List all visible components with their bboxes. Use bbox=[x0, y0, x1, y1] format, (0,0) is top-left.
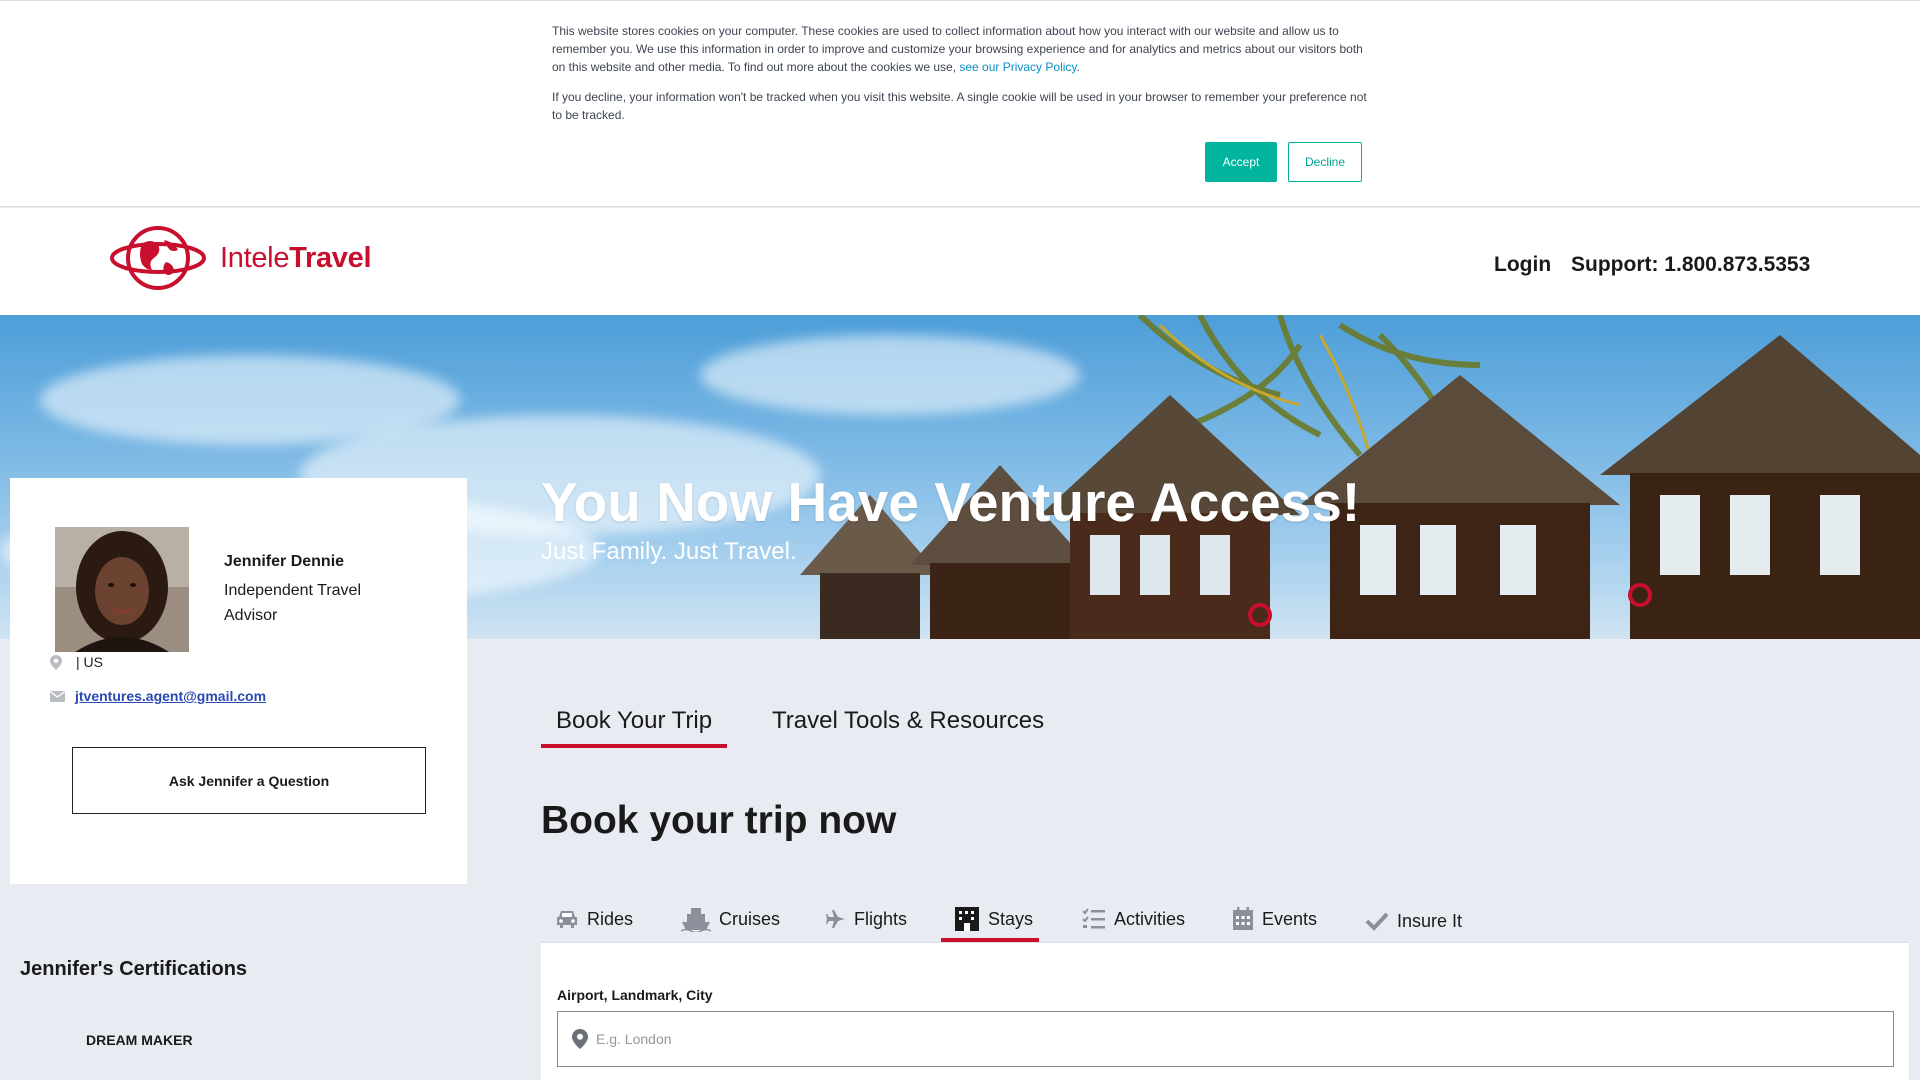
privacy-policy-link[interactable]: see our Privacy Policy bbox=[959, 60, 1076, 74]
map-pin-icon bbox=[572, 1029, 588, 1049]
plane-icon bbox=[826, 910, 845, 928]
list-icon bbox=[1082, 908, 1105, 929]
agent-card: Jennifer Dennie Independent Travel Advis… bbox=[10, 478, 467, 884]
hero-title: You Now Have Venture Access! bbox=[541, 471, 1361, 533]
location-icon bbox=[50, 654, 62, 670]
tab-cruises-label: Cruises bbox=[719, 908, 781, 929]
certification-item: DREAM MAKER bbox=[86, 1032, 193, 1048]
destination-field[interactable] bbox=[557, 1011, 1894, 1067]
ship-icon bbox=[681, 908, 711, 932]
mail-icon bbox=[50, 690, 65, 702]
stays-search-panel: Airport, Landmark, City bbox=[541, 942, 1909, 1080]
globe-logo-icon bbox=[110, 226, 206, 290]
logo[interactable]: InteleTravel bbox=[108, 222, 398, 294]
tab-stays-label: Stays bbox=[988, 908, 1034, 929]
tab-flights[interactable]: Flights bbox=[826, 904, 907, 934]
agent-avatar bbox=[55, 527, 189, 652]
cookie-paragraph-1: This website stores cookies on your comp… bbox=[552, 24, 1363, 74]
agent-location-text: | US bbox=[76, 654, 103, 670]
cookie-banner: This website stores cookies on your comp… bbox=[0, 0, 1920, 207]
cookie-paragraph-2: If you decline, your information won't b… bbox=[552, 90, 1367, 122]
tab-activities[interactable]: Activities bbox=[1082, 904, 1185, 934]
tab-stays[interactable]: Stays bbox=[954, 904, 1033, 934]
agent-email-link[interactable]: jtventures.agent@gmail.com bbox=[75, 688, 266, 704]
logo-text: InteleTravel bbox=[220, 241, 372, 274]
tab-activities-label: Activities bbox=[1114, 908, 1186, 929]
tab-rides-label: Rides bbox=[587, 908, 634, 929]
accept-button[interactable]: Accept bbox=[1205, 142, 1277, 182]
tab-travel-tools[interactable]: Travel Tools & Resources bbox=[772, 707, 1044, 735]
car-icon bbox=[557, 911, 577, 928]
login-link[interactable]: Login bbox=[1494, 253, 1551, 277]
site-header: InteleTravel Login Support: 1.800.873.53… bbox=[0, 208, 1920, 315]
booking-title: Book your trip now bbox=[541, 799, 897, 842]
tab-insure-it-label: Insure It bbox=[1397, 910, 1463, 931]
active-tab-indicator bbox=[541, 744, 727, 748]
agent-name: Jennifer Dennie bbox=[224, 553, 345, 570]
tab-flights-label: Flights bbox=[854, 908, 908, 929]
tab-insure-it[interactable]: Insure It bbox=[1365, 906, 1462, 936]
hero-subtitle: Just Family. Just Travel. bbox=[541, 538, 797, 565]
tab-cruises[interactable]: Cruises bbox=[681, 904, 780, 934]
check-icon bbox=[1365, 912, 1389, 931]
tab-book-your-trip[interactable]: Book Your Trip bbox=[556, 707, 712, 735]
destination-label: Airport, Landmark, City bbox=[557, 987, 713, 1003]
destination-input[interactable] bbox=[596, 1031, 1796, 1047]
tab-rides[interactable]: Rides bbox=[555, 904, 633, 934]
calendar-icon bbox=[1233, 907, 1253, 930]
tab-events-label: Events bbox=[1262, 908, 1318, 929]
cookie-text: This website stores cookies on your comp… bbox=[552, 22, 1370, 136]
agent-email-row: jtventures.agent@gmail.com bbox=[50, 688, 266, 704]
hotel-icon bbox=[955, 907, 979, 931]
agent-location: | US bbox=[50, 654, 103, 670]
agent-role: Independent Travel Advisor bbox=[224, 582, 361, 624]
support-phone-link[interactable]: Support: 1.800.873.5353 bbox=[1571, 253, 1810, 277]
decline-button[interactable]: Decline bbox=[1288, 142, 1362, 182]
certifications-title: Jennifer's Certifications bbox=[20, 958, 248, 980]
ask-question-button[interactable]: Ask Jennifer a Question bbox=[72, 747, 426, 814]
tab-events[interactable]: Events bbox=[1232, 904, 1317, 934]
